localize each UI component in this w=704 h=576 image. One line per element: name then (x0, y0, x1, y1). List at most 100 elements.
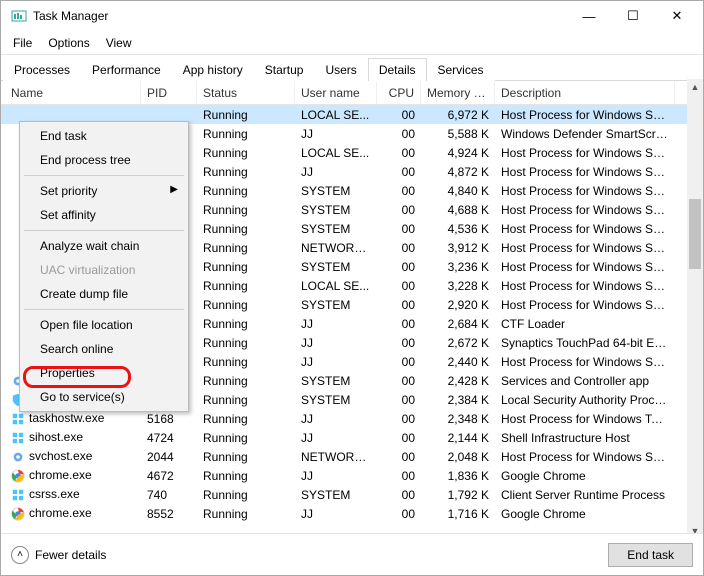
ctx-analyze-wait-chain[interactable]: Analyze wait chain (22, 234, 186, 258)
cell-user: SYSTEM (295, 297, 377, 313)
cell-desc: Windows Defender SmartScreen (495, 126, 675, 142)
menu-options[interactable]: Options (40, 33, 97, 53)
cell-cpu: 00 (377, 240, 421, 256)
header-pid[interactable]: PID (141, 82, 197, 104)
cell-pid: 4724 (141, 430, 197, 446)
cell-status: Running (197, 487, 295, 503)
cell-user: NETWORK... (295, 240, 377, 256)
cell-status: Running (197, 316, 295, 332)
cell-user: SYSTEM (295, 183, 377, 199)
cell-mem: 1,836 K (421, 468, 495, 484)
header-memory[interactable]: Memory (p... (421, 82, 495, 104)
table-row[interactable]: csrss.exe740RunningSYSTEM001,792 KClient… (1, 485, 703, 504)
cell-mem: 3,228 K (421, 278, 495, 294)
ctx-end-process-tree[interactable]: End process tree (22, 148, 186, 172)
cell-mem: 1,792 K (421, 487, 495, 503)
ctx-set-priority[interactable]: Set priority▶ (22, 179, 186, 203)
minimize-button[interactable]: — (567, 1, 611, 31)
close-button[interactable]: ✕ (655, 1, 699, 31)
cell-name (5, 114, 141, 116)
cell-status: Running (197, 468, 295, 484)
cell-desc: Host Process for Windows Tasks (495, 411, 675, 427)
tab-details[interactable]: Details (368, 58, 427, 81)
chrome-icon (11, 469, 25, 483)
cell-user: SYSTEM (295, 373, 377, 389)
cell-user: SYSTEM (295, 487, 377, 503)
cell-user: JJ (295, 411, 377, 427)
cell-pid: 5168 (141, 411, 197, 427)
cell-pid: 8552 (141, 506, 197, 522)
tab-app-history[interactable]: App history (172, 58, 254, 81)
cell-status: Running (197, 278, 295, 294)
cell-cpu: 00 (377, 107, 421, 123)
header-description[interactable]: Description (495, 82, 675, 104)
menu-file[interactable]: File (5, 33, 40, 53)
cell-mem: 2,144 K (421, 430, 495, 446)
ctx-properties[interactable]: Properties (22, 361, 186, 385)
cell-cpu: 00 (377, 487, 421, 503)
cell-desc: Host Process for Windows Servi (495, 449, 675, 465)
ctx-open-file-location[interactable]: Open file location (22, 313, 186, 337)
cell-mem: 3,912 K (421, 240, 495, 256)
cell-desc: Host Process for Windows Servi (495, 202, 675, 218)
tab-processes[interactable]: Processes (3, 58, 81, 81)
menu-bar: FileOptionsView (1, 31, 703, 55)
cell-desc: Host Process for Windows Servi (495, 240, 675, 256)
tab-services[interactable]: Services (427, 58, 495, 81)
cell-cpu: 00 (377, 392, 421, 408)
chrome-icon (11, 507, 25, 521)
cell-user: SYSTEM (295, 259, 377, 275)
table-row[interactable]: chrome.exe4672RunningJJ001,836 KGoogle C… (1, 466, 703, 485)
cell-cpu: 00 (377, 468, 421, 484)
cell-name: csrss.exe (5, 486, 141, 503)
ctx-end-task[interactable]: End task (22, 124, 186, 148)
cell-cpu: 00 (377, 430, 421, 446)
maximize-button[interactable]: ☐ (611, 1, 655, 31)
cell-mem: 5,588 K (421, 126, 495, 142)
cell-cpu: 00 (377, 373, 421, 389)
header-user[interactable]: User name (295, 82, 377, 104)
cell-user: SYSTEM (295, 221, 377, 237)
tab-performance[interactable]: Performance (81, 58, 172, 81)
cell-desc: Client Server Runtime Process (495, 487, 675, 503)
context-menu: End taskEnd process tree Set priority▶Set… (19, 121, 189, 412)
cell-mem: 1,716 K (421, 506, 495, 522)
cell-mem: 4,840 K (421, 183, 495, 199)
win-icon (11, 431, 25, 445)
menu-view[interactable]: View (98, 33, 140, 53)
ctx-go-to-service-s-[interactable]: Go to service(s) (22, 385, 186, 409)
header-name[interactable]: Name (5, 82, 141, 104)
tab-startup[interactable]: Startup (254, 58, 315, 81)
cell-name: chrome.exe (5, 505, 141, 522)
tab-strip: ProcessesPerformanceApp historyStartupUs… (1, 55, 703, 81)
cell-desc: Host Process for Windows Servi (495, 259, 675, 275)
cell-mem: 2,684 K (421, 316, 495, 332)
tab-users[interactable]: Users (314, 58, 367, 81)
scroll-up-arrow[interactable]: ▲ (687, 79, 703, 95)
cell-name: chrome.exe (5, 467, 141, 484)
cell-mem: 4,536 K (421, 221, 495, 237)
ctx-set-affinity[interactable]: Set affinity (22, 203, 186, 227)
header-status[interactable]: Status (197, 82, 295, 104)
end-task-button[interactable]: End task (608, 543, 693, 567)
cell-desc: Host Process for Windows Servi (495, 107, 675, 123)
table-row[interactable]: chrome.exe8552RunningJJ001,716 KGoogle C… (1, 504, 703, 523)
cell-status: Running (197, 392, 295, 408)
fewer-details-toggle[interactable]: ˄ Fewer details (11, 546, 608, 564)
cell-mem: 2,428 K (421, 373, 495, 389)
cell-desc: Host Process for Windows Servi (495, 221, 675, 237)
cell-mem: 6,972 K (421, 107, 495, 123)
table-row[interactable]: svchost.exe2044RunningNETWORK...002,048 … (1, 447, 703, 466)
vertical-scrollbar[interactable]: ▲ ▼ (687, 79, 703, 539)
cell-desc: Services and Controller app (495, 373, 675, 389)
cell-cpu: 00 (377, 202, 421, 218)
ctx-create-dump-file[interactable]: Create dump file (22, 282, 186, 306)
cell-status: Running (197, 107, 295, 123)
window-title: Task Manager (33, 9, 567, 23)
scroll-thumb[interactable] (689, 199, 701, 269)
table-row[interactable]: sihost.exe4724RunningJJ002,144 KShell In… (1, 428, 703, 447)
cell-desc: Google Chrome (495, 468, 675, 484)
header-cpu[interactable]: CPU (377, 82, 421, 104)
ctx-search-online[interactable]: Search online (22, 337, 186, 361)
cell-user: JJ (295, 468, 377, 484)
